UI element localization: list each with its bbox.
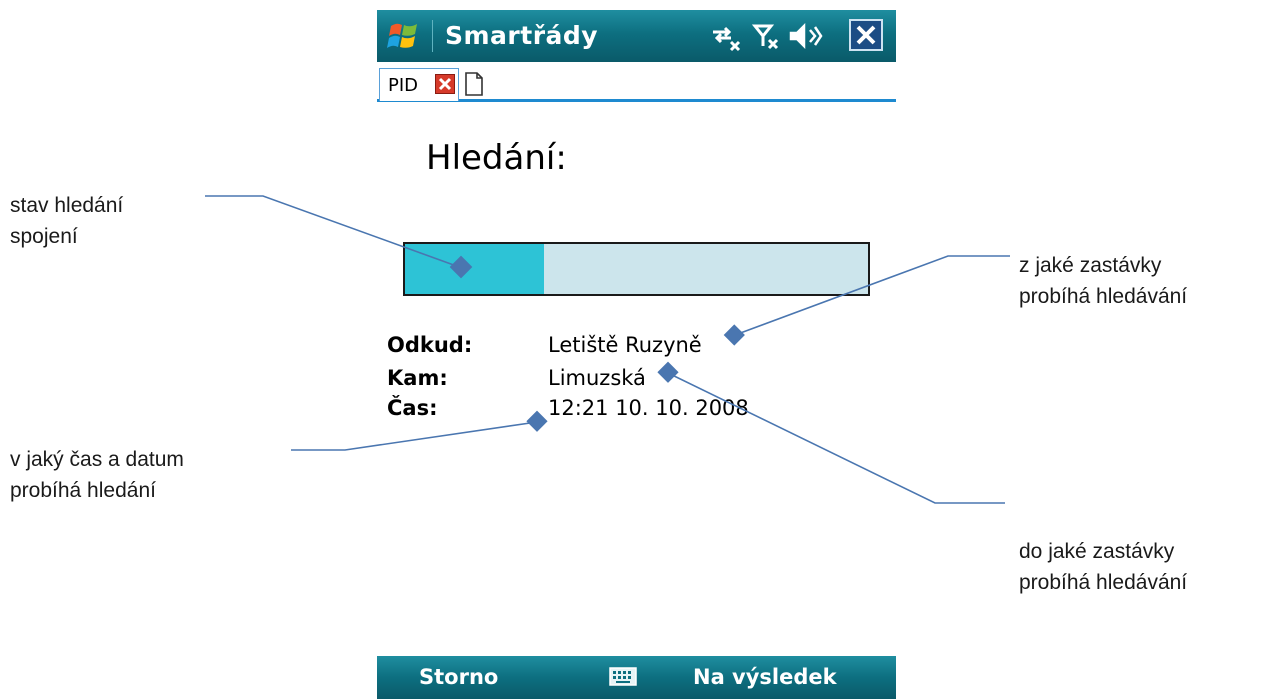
search-progress-bar — [403, 242, 870, 296]
time-callout-line — [291, 421, 538, 451]
annotation-to: do jaké zastávky probíhá hledávání — [1019, 536, 1187, 598]
annotation-progress: stav hledání spojení — [10, 190, 123, 252]
annotation-to-line1: do jaké zastávky — [1019, 540, 1175, 563]
to-value: Limuzská — [548, 366, 646, 390]
new-document-icon[interactable] — [464, 72, 484, 96]
close-button[interactable] — [849, 19, 883, 51]
annotation-time-line2: probíhá hledání — [10, 479, 156, 502]
cancel-softkey[interactable]: Storno — [419, 665, 498, 689]
annotation-from: z jaké zastávky probíhá hledávání — [1019, 250, 1187, 312]
results-softkey[interactable]: Na výsledek — [693, 665, 837, 689]
annotation-from-line1: z jaké zastávky — [1019, 254, 1162, 277]
annotation-time-line1: v jaký čas a datum — [10, 448, 184, 471]
time-label: Čas: — [387, 396, 438, 420]
tab-label: PID — [388, 75, 419, 96]
search-heading: Hledání: — [426, 138, 567, 178]
to-label: Kam: — [387, 366, 448, 390]
close-icon — [856, 25, 876, 45]
time-value: 12:21 10. 10. 2008 — [548, 396, 749, 420]
app-title: Smartřády — [445, 21, 599, 50]
signal-off-icon — [751, 24, 779, 50]
to-callout-marker — [657, 361, 679, 383]
speaker-icon — [789, 22, 823, 50]
title-bar: Smartřády — [377, 10, 896, 62]
from-value: Letiště Ruzyně — [548, 333, 702, 357]
status-icons — [709, 22, 849, 52]
tab-strip: PID — [377, 62, 896, 104]
annotation-progress-line1: stav hledání — [10, 194, 124, 217]
from-label: Odkud: — [387, 333, 473, 357]
from-callout-marker — [723, 324, 745, 346]
data-connection-off-icon — [713, 26, 741, 52]
annotation-from-line2: probíhá hledávání — [1019, 285, 1188, 308]
title-separator — [432, 20, 433, 52]
windows-start-icon[interactable] — [385, 18, 423, 54]
keyboard-icon[interactable] — [609, 666, 637, 688]
tab-close-icon[interactable] — [435, 74, 455, 94]
softkey-bar: Storno Na výsledek — [377, 656, 896, 699]
annotation-time: v jaký čas a datum probíhá hledání — [10, 444, 184, 506]
progress-fill — [405, 244, 544, 294]
to-callout-line — [667, 372, 1005, 504]
annotation-to-line2: probíhá hledávání — [1019, 571, 1188, 594]
tab-pid[interactable]: PID — [379, 68, 459, 101]
time-callout-marker — [526, 410, 548, 432]
annotation-progress-line2: spojení — [10, 225, 78, 248]
